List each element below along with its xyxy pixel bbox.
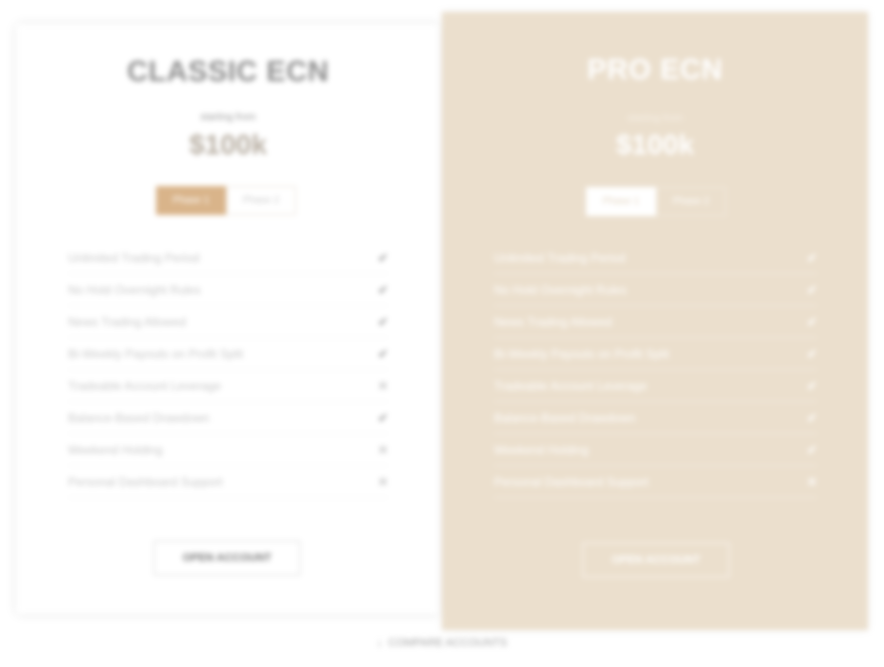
phase-2-tab[interactable]: Phase 2 [226, 186, 296, 215]
compare-label: COMPARE ACCOUNTS [388, 637, 508, 649]
phase-1-tab[interactable]: Phase 1 [156, 186, 226, 215]
feature-row: Personal Dashboard Support ✕ [68, 466, 388, 498]
classic-ecn-card: CLASSIC ECN starting from $100k Phase 1 … [16, 24, 440, 614]
feature-row: Bi-Weekly Payouts on Profit Split ✔ [68, 338, 388, 370]
feature-label: Personal Dashboard Support [68, 474, 223, 489]
cross-icon: ✕ [377, 474, 388, 489]
checkmark-icon: ✔ [377, 250, 388, 265]
feature-label: Bi-Weekly Payouts on Profit Split [494, 346, 670, 361]
checkmark-icon: ✔ [806, 378, 817, 393]
compare-accounts-link[interactable]: ↓ COMPARE ACCOUNTS [0, 637, 884, 649]
feature-label: Personal Dashboard Support [494, 474, 649, 489]
feature-label: Weekend Holding [494, 442, 589, 457]
cross-icon: ✕ [377, 442, 388, 457]
phase-toggle: Phase 1 Phase 2 [586, 187, 726, 216]
feature-row: Tradeable Account Leverage ✕ [68, 370, 388, 402]
price-caption: starting from [627, 113, 683, 124]
feature-label: No Hold Overnight Rules [68, 282, 201, 297]
price-caption: starting from [200, 112, 256, 123]
plan-price: $100k [189, 129, 267, 160]
feature-label: No Hold Overnight Rules [494, 282, 627, 297]
arrow-down-icon: ↓ [376, 637, 383, 649]
feature-row: No Hold Overnight Rules ✔ [68, 274, 388, 306]
feature-label: News Trading Allowed [68, 314, 187, 329]
checkmark-icon: ✔ [377, 314, 388, 329]
feature-row: Balance-Based Drawdown ✔ [494, 402, 817, 434]
feature-label: Weekend Holding [68, 442, 163, 457]
checkmark-icon: ✔ [377, 346, 388, 361]
checkmark-icon: ✔ [377, 410, 388, 425]
open-account-button[interactable]: OPEN ACCOUNT [582, 542, 730, 578]
feature-row: Weekend Holding ✔ [494, 434, 817, 466]
cross-icon: ✕ [806, 474, 817, 489]
feature-row: Personal Dashboard Support ✕ [494, 466, 817, 498]
feature-label: Bi-Weekly Payouts on Profit Split [68, 346, 244, 361]
open-account-button[interactable]: OPEN ACCOUNT [153, 540, 301, 576]
feature-row: No Hold Overnight Rules ✔ [494, 274, 817, 306]
feature-row: Weekend Holding ✕ [68, 434, 388, 466]
checkmark-icon: ✔ [377, 282, 388, 297]
feature-label: Unlimited Trading Period [494, 250, 626, 265]
pro-ecn-card: PRO ECN starting from $100k Phase 1 Phas… [442, 12, 868, 630]
feature-row: Tradeable Account Leverage ✔ [494, 370, 817, 402]
plan-title: CLASSIC ECN [126, 56, 330, 88]
checkmark-icon: ✔ [806, 250, 817, 265]
feature-label: Tradeable Account Leverage [68, 378, 221, 393]
phase-2-tab[interactable]: Phase 2 [656, 187, 726, 216]
phase-1-tab[interactable]: Phase 1 [586, 187, 656, 216]
feature-list: Unlimited Trading Period ✔ No Hold Overnig… [494, 242, 817, 498]
feature-label: Unlimited Trading Period [68, 250, 200, 265]
feature-label: News Trading Allowed [494, 314, 613, 329]
feature-row: Unlimited Trading Period ✔ [68, 242, 388, 274]
feature-label: Balance-Based Drawdown [494, 410, 636, 425]
cross-icon: ✕ [377, 378, 388, 393]
feature-label: Tradeable Account Leverage [494, 378, 647, 393]
checkmark-icon: ✔ [806, 410, 817, 425]
feature-label: Balance-Based Drawdown [68, 410, 210, 425]
feature-row: News Trading Allowed ✔ [494, 306, 817, 338]
checkmark-icon: ✔ [806, 346, 817, 361]
feature-row: Bi-Weekly Payouts on Profit Split ✔ [494, 338, 817, 370]
feature-row: News Trading Allowed ✔ [68, 306, 388, 338]
plan-price: $100k [616, 129, 694, 160]
checkmark-icon: ✔ [806, 314, 817, 329]
feature-row: Balance-Based Drawdown ✔ [68, 402, 388, 434]
feature-row: Unlimited Trading Period ✔ [494, 242, 817, 274]
checkmark-icon: ✔ [806, 442, 817, 457]
phase-toggle: Phase 1 Phase 2 [156, 186, 296, 215]
feature-list: Unlimited Trading Period ✔ No Hold Overnig… [68, 242, 388, 498]
checkmark-icon: ✔ [806, 282, 817, 297]
plan-title: PRO ECN [587, 54, 723, 86]
